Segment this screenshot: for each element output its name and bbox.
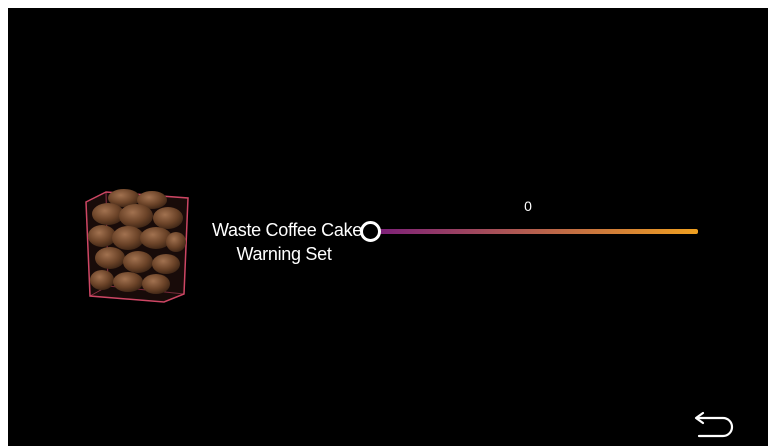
screen: Waste Coffee Cake Warning Set 0 xyxy=(8,8,768,446)
warning-level-slider[interactable] xyxy=(360,220,700,244)
back-button[interactable] xyxy=(683,408,739,442)
setting-title-line1: Waste Coffee Cake xyxy=(212,220,362,240)
setting-title: Waste Coffee Cake Warning Set xyxy=(188,218,362,266)
coffee-grounds-bin-image xyxy=(85,189,189,303)
slider-track[interactable] xyxy=(372,229,698,234)
return-arrow-icon xyxy=(694,411,734,438)
slider-value: 0 xyxy=(524,198,532,214)
setting-title-line2: Warning Set xyxy=(236,244,332,264)
slider-thumb[interactable] xyxy=(360,221,381,242)
